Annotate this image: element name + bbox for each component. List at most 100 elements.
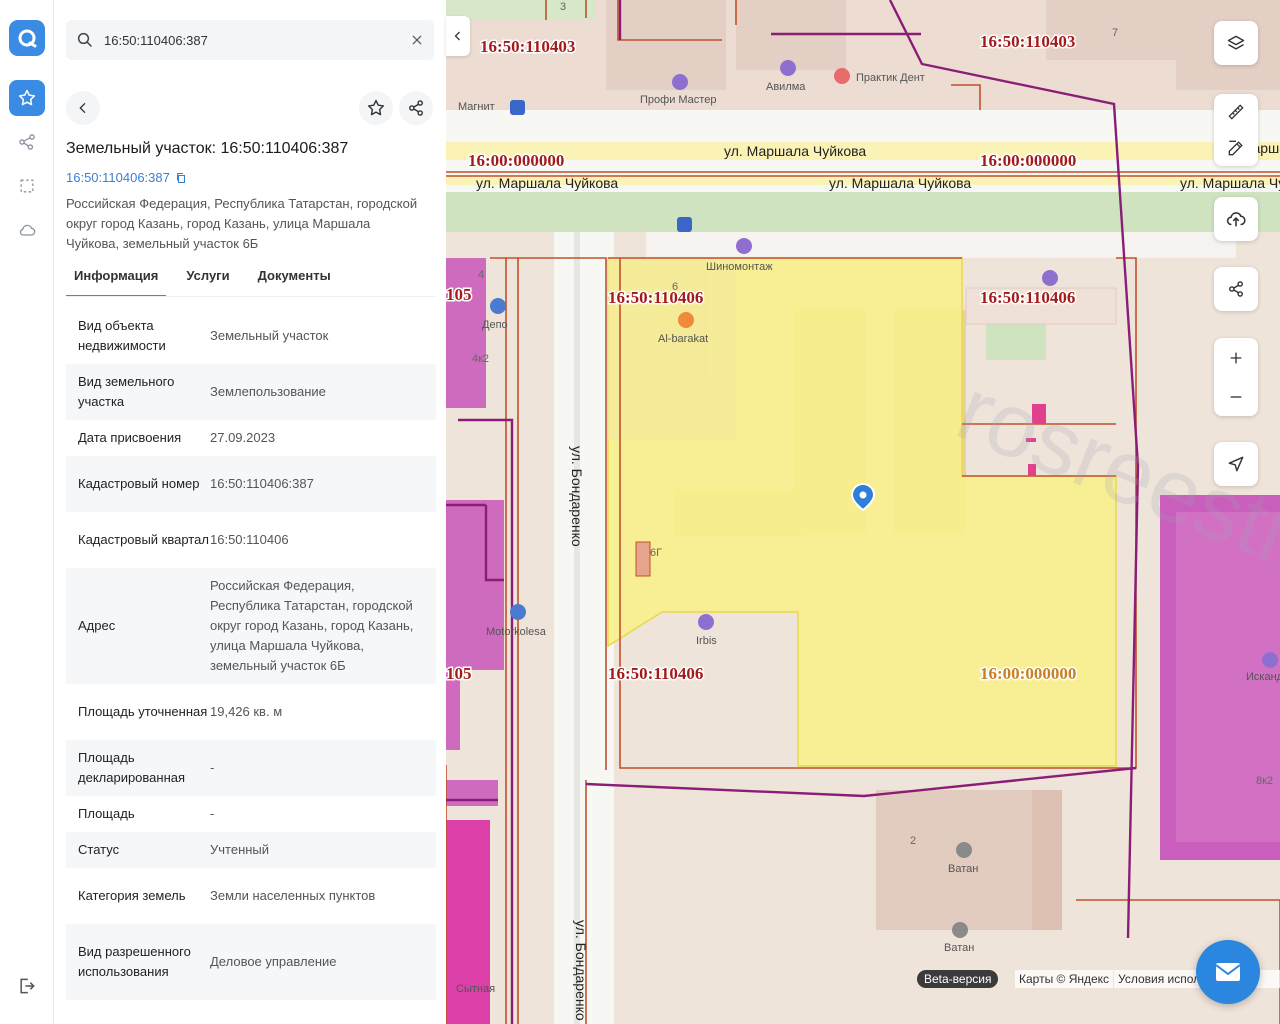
zoom-out-button[interactable]	[1214, 377, 1258, 416]
building-number: 2	[910, 835, 916, 847]
table-row: Вид земельного участка Землепользование	[66, 364, 436, 420]
share-button[interactable]	[399, 91, 433, 125]
poi-label[interactable]: Профи Мастер	[640, 94, 716, 106]
map-canvas[interactable]: ул. Маршала Чуйкова ул. Маршала Чуйкова …	[446, 0, 1280, 1024]
mail-icon	[1215, 963, 1241, 981]
tab-divider	[66, 296, 436, 297]
poi-label[interactable]: Депо	[482, 319, 508, 331]
ruler-button[interactable]	[1214, 94, 1258, 130]
building-number: 6Г	[650, 547, 662, 559]
parcel-address: Российская Федерация, Республика Татарст…	[66, 196, 418, 251]
star-icon	[18, 89, 36, 106]
poi-marker[interactable]	[678, 312, 694, 328]
poi-label[interactable]: Сытная	[456, 983, 495, 995]
poi-label[interactable]: Искандер	[1246, 671, 1280, 683]
draw-button[interactable]	[1214, 130, 1258, 166]
street-label: ул. Маршала Чуйкова	[1180, 175, 1280, 191]
poi-marker[interactable]	[736, 238, 752, 254]
layers-button[interactable]	[1214, 21, 1258, 65]
search-icon	[77, 32, 92, 47]
quarter-label: 16:00:000000	[980, 664, 1076, 683]
poi-marker[interactable]	[672, 74, 688, 90]
tab-information[interactable]: Информация	[66, 264, 167, 297]
poi-marker[interactable]	[780, 60, 796, 76]
cloud-nav-button[interactable]	[9, 212, 45, 248]
cadastral-number-text[interactable]: 16:50:110406:387	[66, 170, 170, 185]
area-select-nav-button[interactable]	[9, 168, 45, 204]
cadastral-map[interactable]: ул. Маршала Чуйкова ул. Маршала Чуйкова …	[446, 0, 1280, 1024]
quarter-label: 16:00:000000	[468, 151, 564, 170]
search-input[interactable]	[104, 32, 410, 48]
poi-marker[interactable]	[490, 298, 506, 314]
row-value: Учтенный	[210, 842, 270, 857]
poi-marker[interactable]	[956, 842, 972, 858]
cloud-upload-icon	[1226, 212, 1246, 227]
poi-marker[interactable]	[698, 614, 714, 630]
table-row: Вид объекта недвижимости Земельный участо…	[66, 308, 436, 364]
table-row: Вид разрешенного использования Деловое уп…	[66, 924, 436, 1000]
row-key: Вид разрешенного использования	[78, 944, 191, 979]
nodes-icon	[19, 134, 35, 150]
logout-icon	[20, 978, 35, 994]
quarter-label: 105	[446, 664, 472, 683]
quarter-label: 16:50:110406	[608, 664, 703, 683]
map-share-button[interactable]	[1214, 267, 1258, 311]
app-logo[interactable]	[9, 20, 45, 56]
poi-label[interactable]: Ватан	[948, 863, 978, 875]
poi-marker[interactable]	[510, 604, 526, 620]
table-row: Категория земель Земли населенных пунктов	[66, 868, 436, 924]
copy-icon[interactable]	[175, 172, 187, 184]
table-row: Дата присвоения 27.09.2023	[66, 420, 436, 456]
row-value: 16:50:110406:387	[210, 476, 314, 491]
poi-marker[interactable]	[952, 922, 968, 938]
cadastral-number-link[interactable]: 16:50:110406:387	[66, 170, 187, 185]
tab-services[interactable]: Услуги	[178, 264, 237, 297]
tab-documents[interactable]: Документы	[250, 264, 339, 297]
clear-search-icon[interactable]	[410, 33, 424, 47]
logout-button[interactable]	[9, 968, 45, 1004]
building-number: 4	[478, 269, 484, 281]
my-location-button[interactable]	[1214, 442, 1258, 486]
favorites-nav-button[interactable]	[9, 80, 45, 116]
poi-label[interactable]: Практик Дент	[856, 72, 925, 84]
row-key: Кадастровый квартал	[78, 532, 209, 547]
collapse-panel-button[interactable]	[446, 16, 470, 56]
icon-rail	[0, 0, 54, 1024]
poi-marker[interactable]	[1262, 652, 1278, 668]
row-key: Статус	[78, 842, 120, 857]
transit-stop-icon[interactable]	[510, 100, 525, 115]
building-number: 6	[672, 281, 678, 293]
map-copyright[interactable]: Карты © Яндекс	[1015, 970, 1114, 988]
poi-label[interactable]: Авилма	[766, 81, 806, 93]
table-row: Статус Учтенный	[66, 832, 436, 868]
edit-icon	[1228, 140, 1243, 156]
quarter-label: 16:50:110406	[980, 288, 1075, 307]
app-root: Земельный участок: 16:50:110406:387 16:5…	[0, 0, 1280, 1024]
street-label: ул. Бондаренко	[573, 920, 589, 1021]
transit-stop-icon[interactable]	[677, 217, 692, 232]
poi-label[interactable]: Магнит	[458, 101, 495, 113]
row-value: 16:50:110406	[210, 532, 289, 547]
row-key: Площадь	[78, 806, 135, 821]
favorite-button[interactable]	[359, 91, 393, 125]
back-button[interactable]	[66, 91, 100, 125]
poi-label[interactable]: Irbis	[696, 635, 717, 647]
row-value: Земли населенных пунктов	[210, 888, 376, 903]
row-key: Категория земель	[78, 888, 186, 903]
star-icon	[367, 99, 385, 116]
zoom-in-button[interactable]	[1214, 338, 1258, 377]
poi-label[interactable]: Шиномонтаж	[706, 261, 773, 273]
quarter-label: 16:00:000000	[980, 151, 1076, 170]
poi-label[interactable]: Ватан	[944, 942, 974, 954]
routes-nav-button[interactable]	[9, 124, 45, 160]
poi-marker[interactable]	[834, 68, 850, 84]
upload-button[interactable]	[1214, 197, 1258, 241]
poi-marker[interactable]	[1042, 270, 1058, 286]
street-label: ул. Маршала Чуйкова	[724, 143, 866, 159]
row-value: -	[210, 760, 215, 775]
row-key: Площадь декларированная	[78, 750, 186, 785]
poi-label[interactable]: Motorkolesa	[486, 626, 547, 638]
feedback-mail-button[interactable]	[1196, 940, 1260, 1004]
row-key: Площадь уточненная	[78, 704, 208, 719]
poi-label[interactable]: Al-barakat	[658, 333, 708, 345]
